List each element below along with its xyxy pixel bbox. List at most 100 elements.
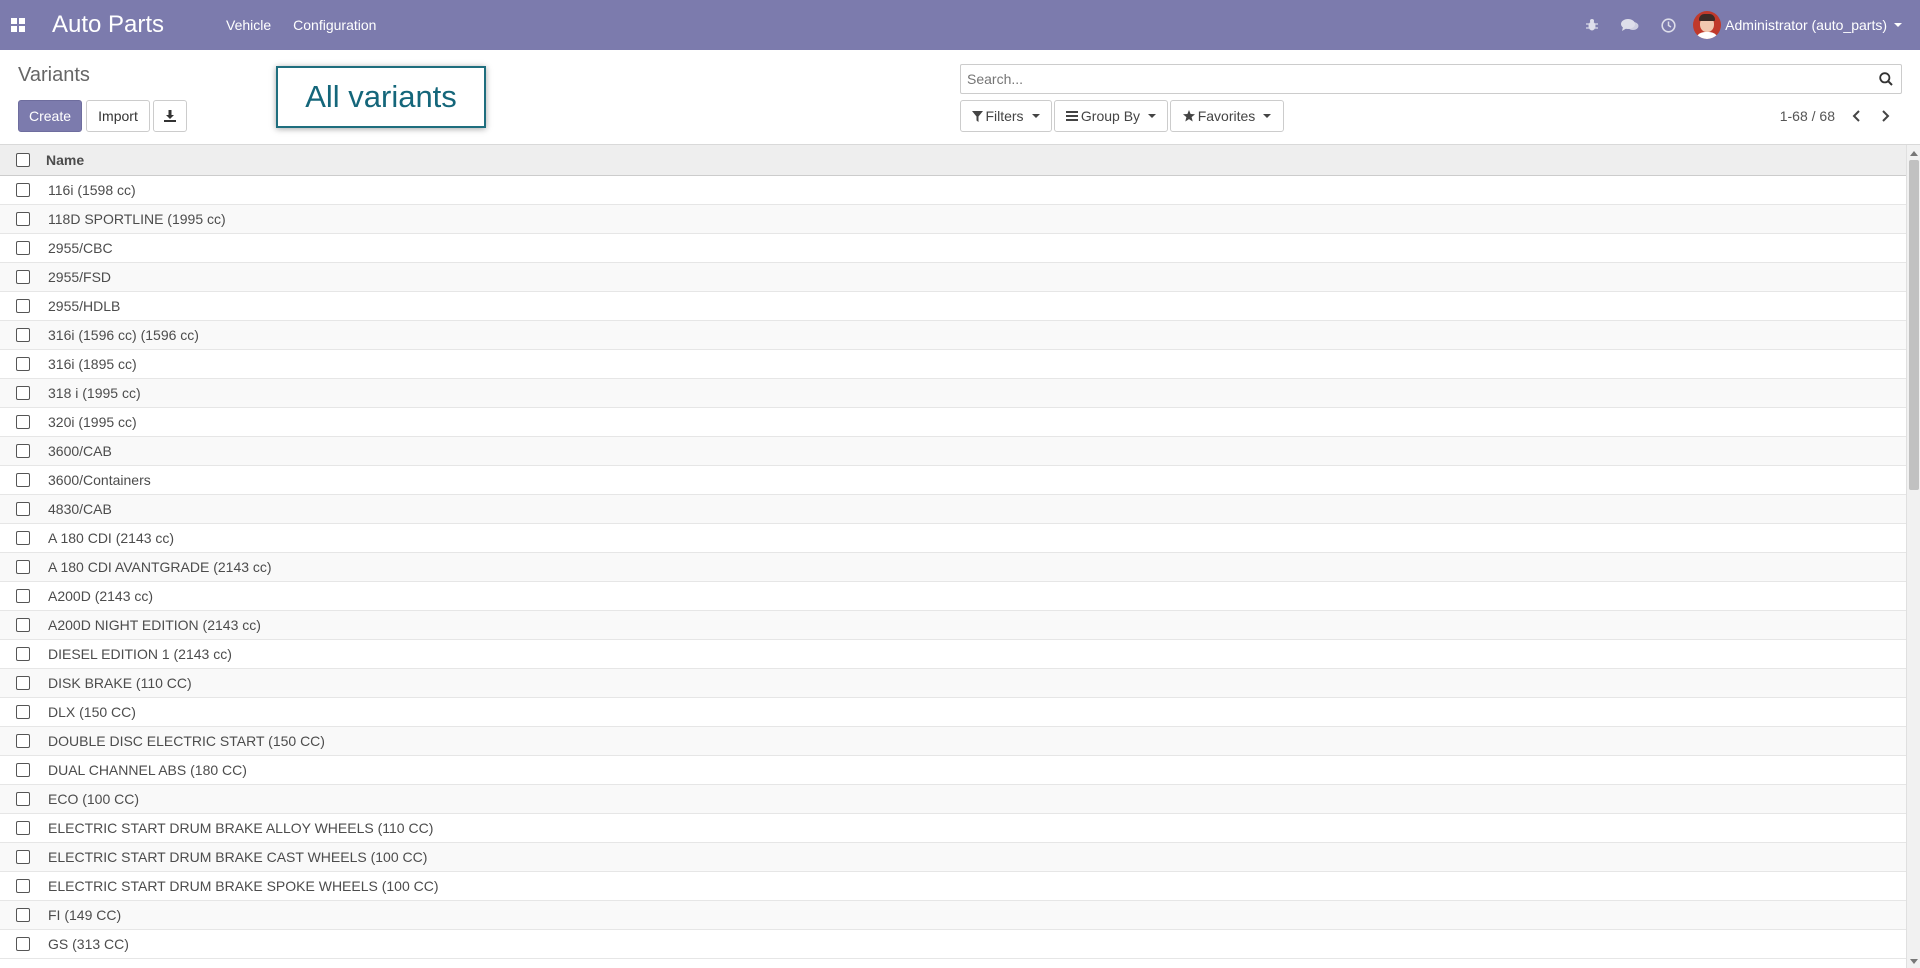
table-row[interactable]: ECO (100 CC)	[0, 785, 1906, 814]
table-row[interactable]: 3600/Containers	[0, 466, 1906, 495]
row-checkbox[interactable]	[16, 502, 30, 516]
row-checkbox[interactable]	[16, 705, 30, 719]
create-button[interactable]: Create	[18, 100, 82, 132]
row-checkbox[interactable]	[16, 647, 30, 661]
table-row[interactable]: 2955/HDLB	[0, 292, 1906, 321]
row-checkbox-cell	[0, 205, 46, 233]
table-row[interactable]: 4830/CAB	[0, 495, 1906, 524]
row-checkbox[interactable]	[16, 850, 30, 864]
favorites-label: Favorites	[1197, 108, 1256, 124]
row-checkbox[interactable]	[16, 531, 30, 545]
app-brand[interactable]: Auto Parts	[52, 11, 226, 39]
import-button[interactable]: Import	[86, 100, 150, 132]
row-checkbox-cell	[0, 930, 46, 958]
filters-dropdown[interactable]: Filters	[960, 100, 1052, 132]
table-row[interactable]: 3600/CAB	[0, 437, 1906, 466]
activity-clock-icon[interactable]	[1649, 0, 1687, 50]
row-checkbox[interactable]	[16, 879, 30, 893]
row-checkbox-cell	[0, 524, 46, 552]
row-checkbox-cell	[0, 640, 46, 668]
row-checkbox[interactable]	[16, 618, 30, 632]
table-row[interactable]: A200D NIGHT EDITION (2143 cc)	[0, 611, 1906, 640]
table-row[interactable]: DIESEL EDITION 1 (2143 cc)	[0, 640, 1906, 669]
search-input[interactable]	[961, 66, 1871, 92]
table-row[interactable]: DISK BRAKE (110 CC)	[0, 669, 1906, 698]
table-row[interactable]: 316i (1895 cc)	[0, 350, 1906, 379]
table-row[interactable]: DLX (150 CC)	[0, 698, 1906, 727]
apps-menu-button[interactable]	[0, 0, 36, 50]
vertical-scrollbar[interactable]	[1906, 145, 1920, 968]
table-row[interactable]: ELECTRIC START DRUM BRAKE ALLOY WHEELS (…	[0, 814, 1906, 843]
variant-name: A 180 CDI AVANTGRADE (2143 cc)	[48, 559, 272, 575]
table-row[interactable]: 318 i (1995 cc)	[0, 379, 1906, 408]
table-row[interactable]: FI (149 CC)	[0, 901, 1906, 930]
column-header-name[interactable]: Name	[46, 152, 84, 168]
variant-name: 2955/HDLB	[48, 298, 121, 314]
row-checkbox[interactable]	[16, 212, 30, 226]
row-checkbox[interactable]	[16, 183, 30, 197]
variant-name: ELECTRIC START DRUM BRAKE CAST WHEELS (1…	[48, 849, 428, 865]
breadcrumb: Variants	[18, 64, 90, 86]
variant-name: DIESEL EDITION 1 (2143 cc)	[48, 646, 232, 662]
row-checkbox[interactable]	[16, 560, 30, 574]
row-checkbox[interactable]	[16, 386, 30, 400]
variant-name: ELECTRIC START DRUM BRAKE SPOKE WHEELS (…	[48, 878, 439, 894]
row-checkbox[interactable]	[16, 589, 30, 603]
row-checkbox[interactable]	[16, 299, 30, 313]
row-checkbox[interactable]	[16, 415, 30, 429]
table-row[interactable]: ELECTRIC START DRUM BRAKE CAST WHEELS (1…	[0, 843, 1906, 872]
table-row[interactable]: GS (313 CC)	[0, 930, 1906, 959]
group-by-dropdown[interactable]: Group By	[1054, 100, 1168, 132]
table-row[interactable]: 118D SPORTLINE (1995 cc)	[0, 205, 1906, 234]
variant-name: 118D SPORTLINE (1995 cc)	[48, 211, 226, 227]
row-checkbox-cell	[0, 901, 46, 929]
pager-value[interactable]: 1-68 / 68	[1780, 108, 1835, 124]
scrollbar-thumb[interactable]	[1909, 160, 1919, 490]
row-checkbox[interactable]	[16, 937, 30, 951]
row-checkbox[interactable]	[16, 763, 30, 777]
user-menu[interactable]: Administrator (auto_parts)	[1687, 11, 1920, 39]
row-checkbox[interactable]	[16, 792, 30, 806]
row-checkbox[interactable]	[16, 444, 30, 458]
table-row[interactable]: DOUBLE DISC ELECTRIC START (150 CC)	[0, 727, 1906, 756]
chevron-right-icon	[1882, 110, 1890, 122]
pager-previous-button[interactable]	[1846, 107, 1866, 125]
favorites-dropdown[interactable]: Favorites	[1170, 100, 1284, 132]
table-row[interactable]: 316i (1596 cc) (1596 cc)	[0, 321, 1906, 350]
row-checkbox[interactable]	[16, 734, 30, 748]
table-row[interactable]: DUAL CHANNEL ABS (180 CC)	[0, 756, 1906, 785]
variant-name: 116i (1598 cc)	[48, 182, 136, 198]
row-checkbox[interactable]	[16, 241, 30, 255]
select-all-checkbox[interactable]	[16, 153, 30, 167]
search-button[interactable]	[1871, 65, 1901, 93]
row-checkbox[interactable]	[16, 328, 30, 342]
variant-name: 318 i (1995 cc)	[48, 385, 141, 401]
table-row[interactable]: A 180 CDI AVANTGRADE (2143 cc)	[0, 553, 1906, 582]
row-checkbox[interactable]	[16, 357, 30, 371]
row-checkbox[interactable]	[16, 473, 30, 487]
row-checkbox[interactable]	[16, 821, 30, 835]
table-row[interactable]: 2955/CBC	[0, 234, 1906, 263]
table-row[interactable]: 2955/FSD	[0, 263, 1906, 292]
table-row[interactable]: ELECTRIC START DRUM BRAKE SPOKE WHEELS (…	[0, 872, 1906, 901]
menu-configuration[interactable]: Configuration	[293, 17, 376, 33]
messages-chat-icon[interactable]	[1611, 0, 1649, 50]
export-button[interactable]	[153, 100, 187, 132]
row-checkbox-cell	[0, 321, 46, 349]
group-by-label: Group By	[1080, 108, 1141, 124]
debug-bug-icon[interactable]	[1573, 0, 1611, 50]
menu-vehicle[interactable]: Vehicle	[226, 17, 271, 33]
select-all-cell	[0, 145, 46, 175]
row-checkbox[interactable]	[16, 270, 30, 284]
avatar	[1693, 11, 1722, 39]
table-row[interactable]: A 180 CDI (2143 cc)	[0, 524, 1906, 553]
table-row[interactable]: 116i (1598 cc)	[0, 176, 1906, 205]
row-checkbox[interactable]	[16, 908, 30, 922]
row-checkbox-cell	[0, 263, 46, 291]
scroll-down-arrow-icon[interactable]	[1910, 959, 1918, 964]
row-checkbox[interactable]	[16, 676, 30, 690]
scroll-up-arrow-icon[interactable]	[1910, 151, 1918, 156]
table-row[interactable]: A200D (2143 cc)	[0, 582, 1906, 611]
table-row[interactable]: 320i (1995 cc)	[0, 408, 1906, 437]
pager-next-button[interactable]	[1876, 107, 1896, 125]
